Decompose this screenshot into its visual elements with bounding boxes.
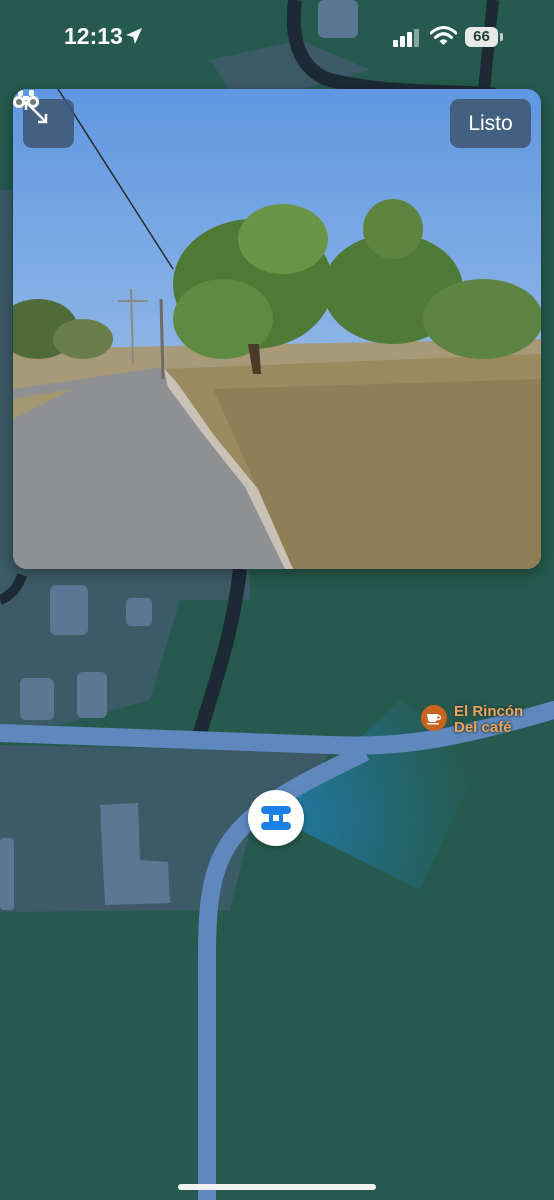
battery-tip <box>500 33 503 41</box>
built-area <box>0 190 12 560</box>
street-view-photo <box>13 89 541 569</box>
look-around-viewpoint[interactable] <box>248 790 304 846</box>
cellular-signal-icon <box>393 29 419 47</box>
poi-marker[interactable]: El Rincón Del café <box>421 704 523 736</box>
coffee-cup-icon <box>427 714 442 725</box>
status-time: 12:13 <box>64 23 123 49</box>
binoculars-icon <box>13 90 39 108</box>
binoculars-icon <box>261 806 291 830</box>
home-indicator[interactable] <box>178 1184 376 1190</box>
building <box>50 585 88 635</box>
building <box>0 838 14 910</box>
done-button[interactable]: Listo <box>450 99 531 148</box>
status-bar: 12:13 66 <box>0 0 554 76</box>
poi-label: El Rincón Del café <box>454 704 523 736</box>
location-arrow-icon <box>126 28 142 44</box>
building <box>20 678 54 720</box>
look-around-preview[interactable]: Listo <box>13 89 541 569</box>
building <box>126 598 152 626</box>
poi-name-line1: El Rincón <box>454 703 524 720</box>
battery-level: 66 <box>465 27 498 47</box>
poi-pin <box>421 705 447 731</box>
building <box>77 672 107 718</box>
poi-name-line2: Del café <box>454 719 512 736</box>
wifi-icon <box>430 26 457 45</box>
